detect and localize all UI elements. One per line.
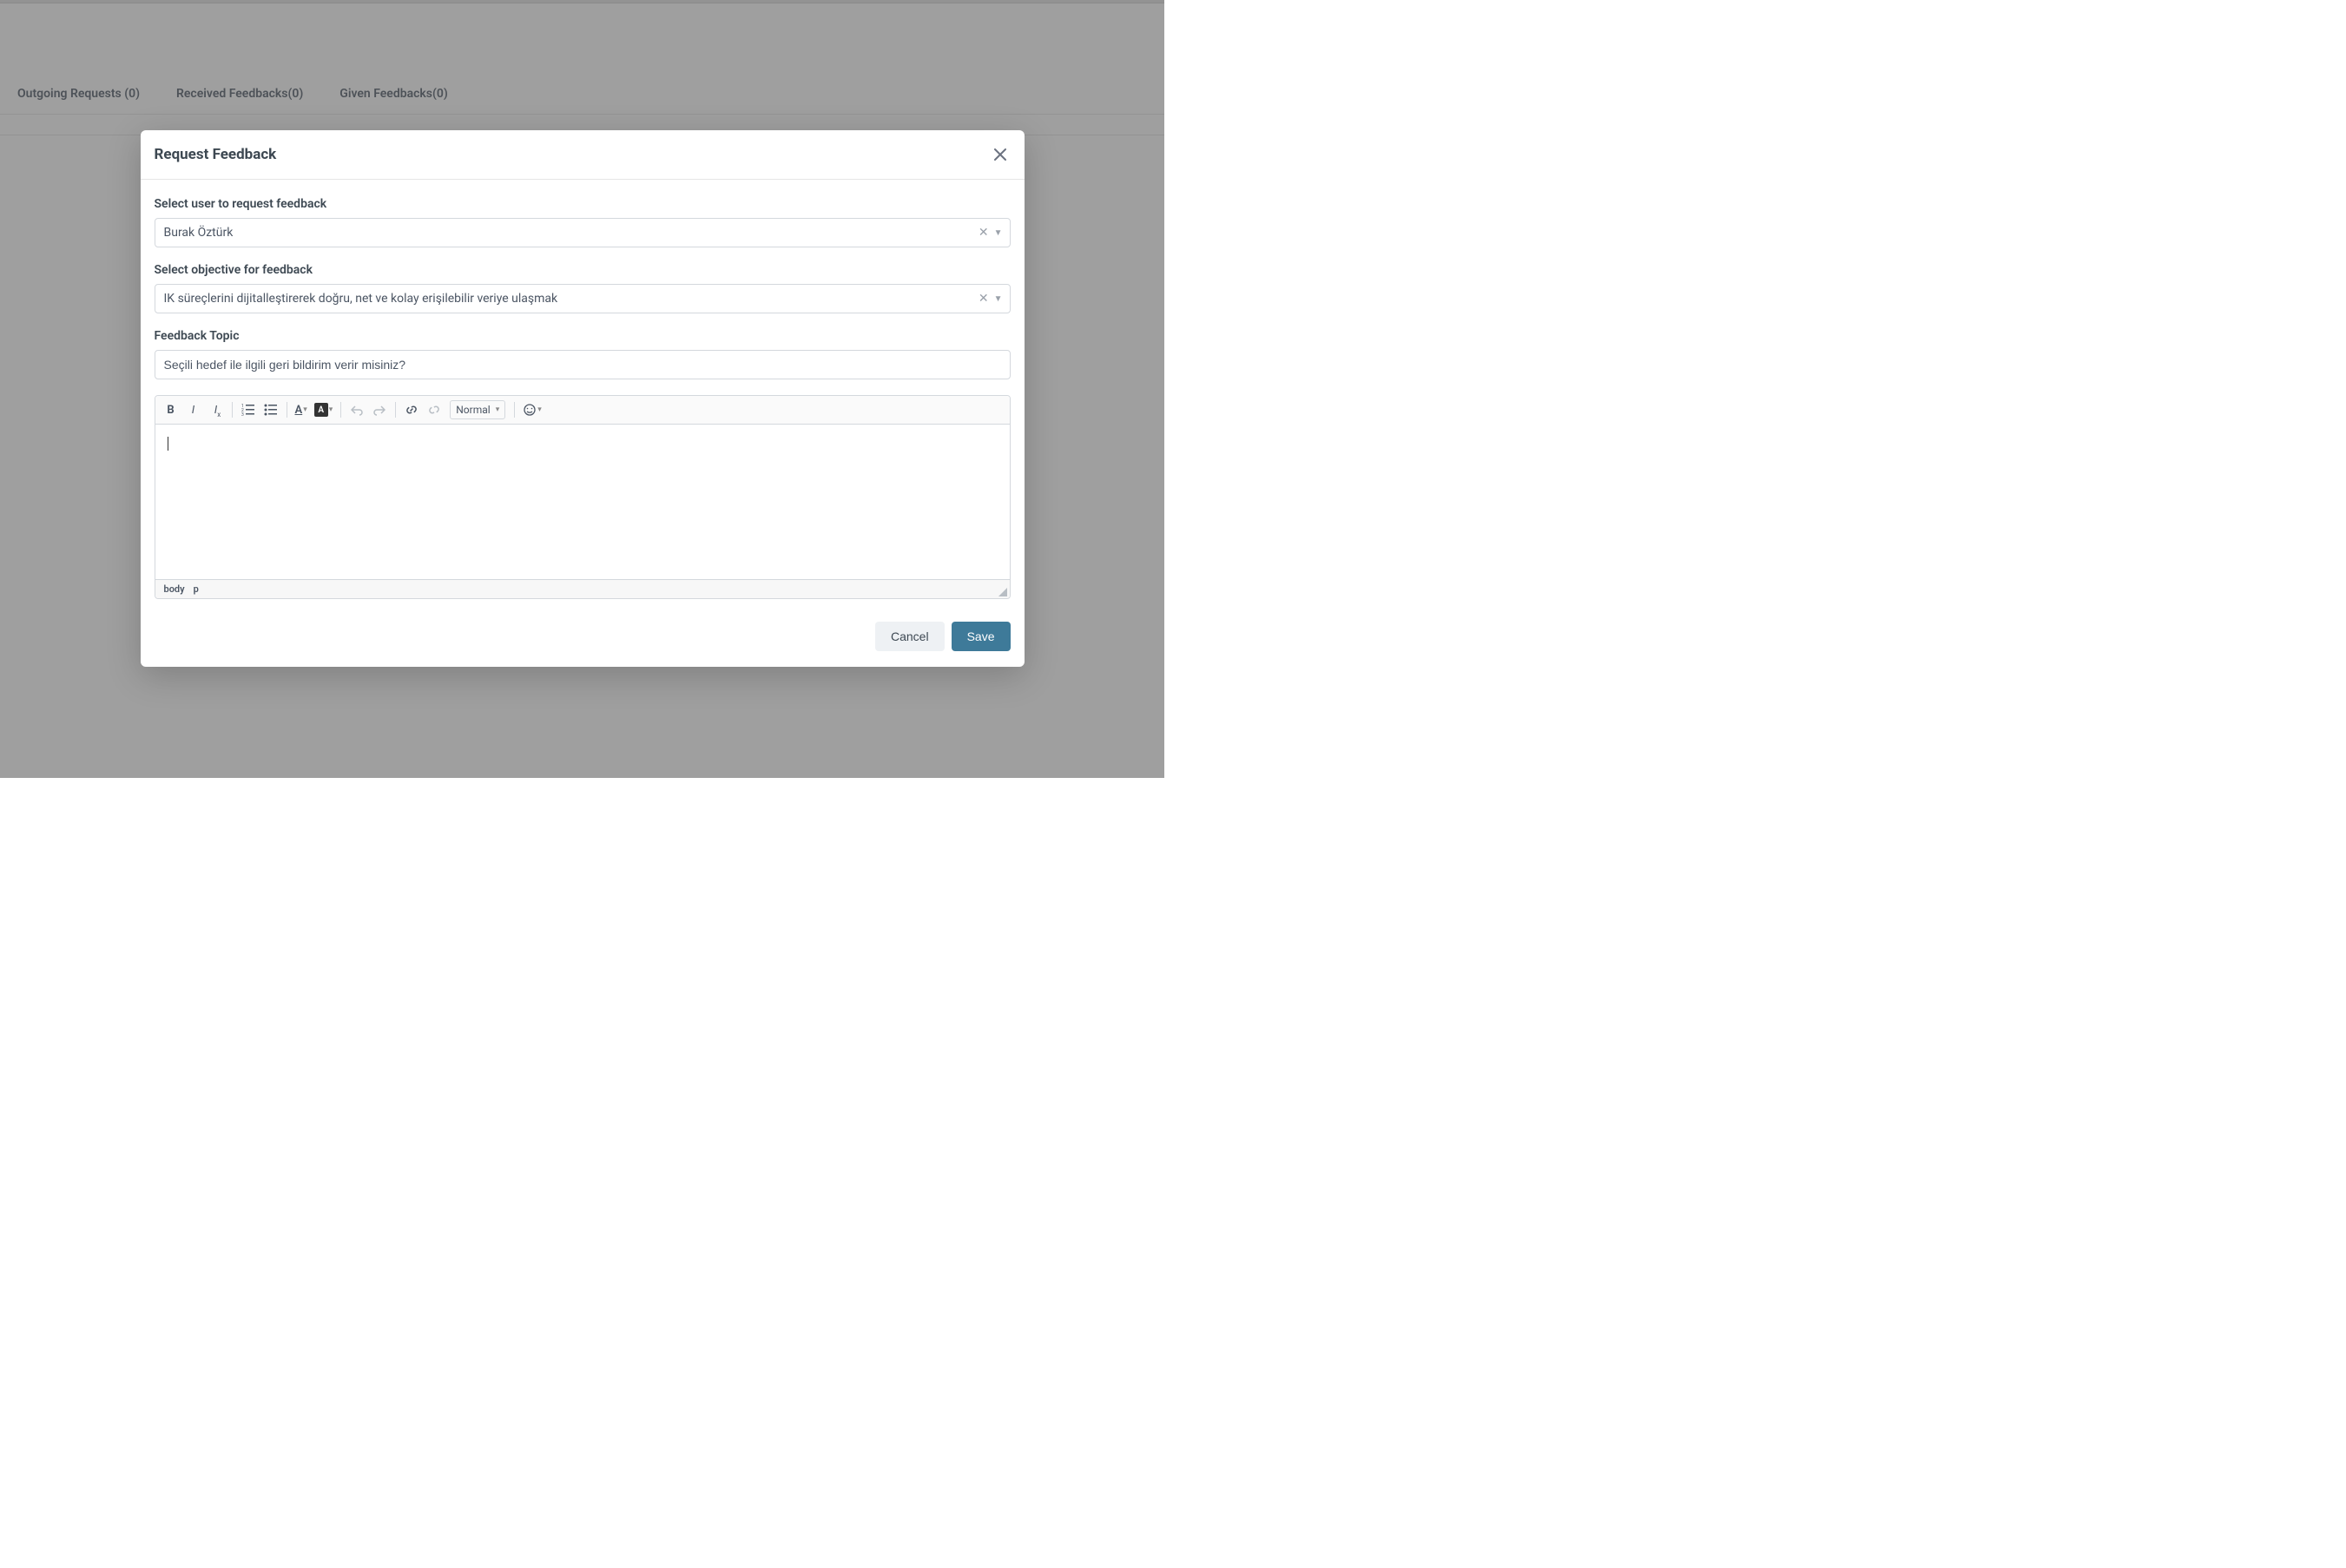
select-user-dropdown[interactable]: Burak Öztürk ✕ ▼ [155,218,1011,247]
svg-text:3: 3 [241,412,244,417]
link-icon [405,403,418,417]
select-objective-label: Select objective for feedback [155,263,1011,277]
select-user-label: Select user to request feedback [155,197,1011,211]
clear-user-icon[interactable]: ✕ [979,226,989,240]
clear-objective-icon[interactable]: ✕ [979,292,989,306]
bg-color-button[interactable]: A▾ [312,403,336,417]
close-button[interactable] [990,144,1011,165]
text-color-button[interactable]: A▾ [293,404,310,417]
ordered-list-icon: 123 [241,403,255,417]
resize-grip[interactable] [998,588,1007,596]
ordered-list-button[interactable]: 123 [238,399,259,420]
toolbar-separator [340,402,341,418]
paragraph-format-select[interactable]: Normal ▾ [450,400,505,419]
emoji-button[interactable]: ▾ [520,403,544,417]
redo-icon [373,404,386,416]
toolbar-separator [514,402,515,418]
italic-button[interactable]: I [183,399,204,420]
editor-path-bar: body p [155,579,1010,598]
editor-content-area[interactable] [155,425,1010,579]
toolbar-separator [232,402,233,418]
modal-title: Request Feedback [155,146,277,163]
modal-overlay: Request Feedback Select user to request … [0,0,1164,778]
select-objective-controls: ✕ ▼ [979,292,1010,306]
save-button[interactable]: Save [952,622,1011,651]
cancel-button[interactable]: Cancel [875,622,945,651]
toolbar-separator [395,402,396,418]
modal-body: Select user to request feedback Burak Öz… [141,180,1025,608]
bold-button[interactable]: B [161,399,181,420]
redo-button[interactable] [369,399,390,420]
modal-header: Request Feedback [141,130,1025,180]
feedback-topic-input-wrap [155,350,1011,379]
emoji-icon [523,403,537,417]
undo-button[interactable] [346,399,367,420]
close-icon [994,148,1006,161]
chevron-down-icon[interactable]: ▼ [994,294,1003,304]
select-objective-dropdown[interactable]: IK süreçlerini dijitalleştirerek doğru, … [155,284,1011,313]
chevron-down-icon[interactable]: ▼ [994,228,1003,238]
path-body[interactable]: body [164,583,185,595]
unlink-button[interactable] [424,399,445,420]
unlink-icon [427,403,441,417]
select-user-value: Burak Öztürk [155,219,979,247]
path-p[interactable]: p [194,583,199,595]
feedback-topic-input[interactable] [155,351,1010,379]
undo-icon [351,404,363,416]
unordered-list-button[interactable] [260,399,281,420]
request-feedback-modal: Request Feedback Select user to request … [141,130,1025,667]
select-user-controls: ✕ ▼ [979,226,1010,240]
paragraph-format-value: Normal [456,404,490,416]
link-button[interactable] [401,399,422,420]
editor-toolbar: B I Ix 123 A▾ A▾ [155,396,1010,425]
feedback-topic-label: Feedback Topic [155,329,1011,343]
remove-format-button[interactable]: Ix [206,399,227,420]
modal-footer: Cancel Save [141,608,1025,667]
select-objective-value: IK süreçlerini dijitalleştirerek doğru, … [155,285,979,313]
rich-text-editor: B I Ix 123 A▾ A▾ [155,395,1011,599]
unordered-list-icon [264,403,278,417]
